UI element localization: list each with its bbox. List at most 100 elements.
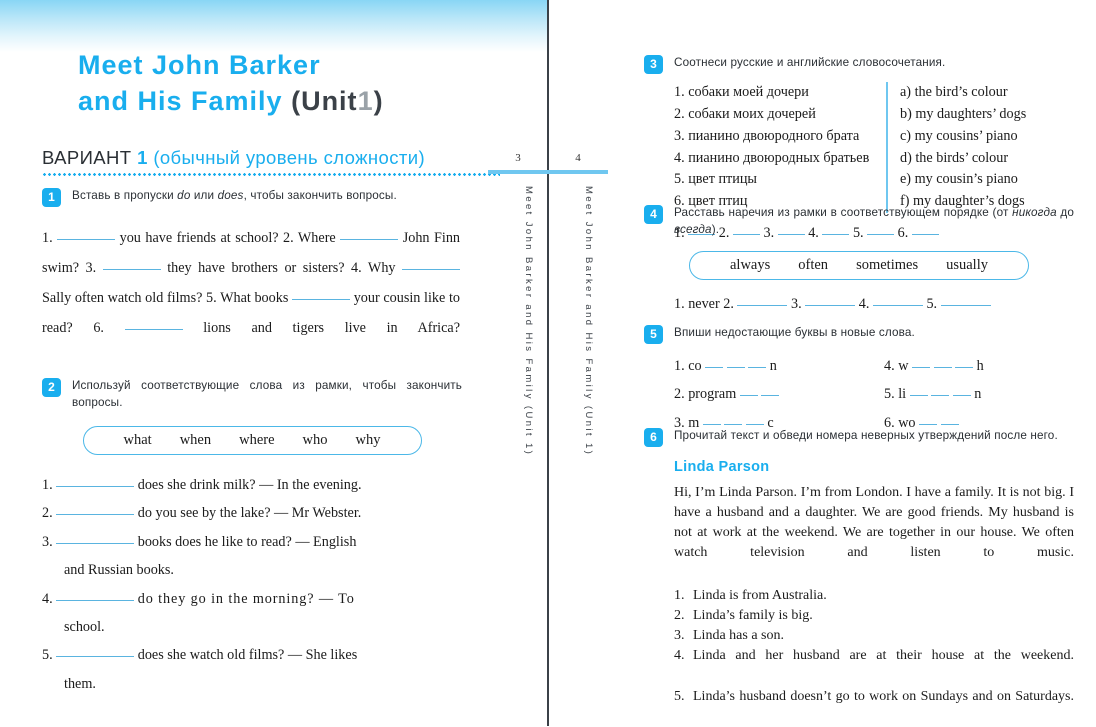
exercise-6-statements: 1. Linda is from Australia. 2. Linda’s f… [674,586,1074,727]
list-item[interactable]: 1. Linda is from Australia. [674,586,1074,606]
ex2-text-5: does she watch old films? — She likes [137,647,358,664]
answer-blank[interactable] [705,366,724,368]
list-item[interactable]: 5. цвет птицы [674,169,886,191]
list-item[interactable]: 2. собаки моих дочерей [674,104,886,126]
answer-blank[interactable] [872,304,923,306]
answer-blank[interactable] [940,423,959,425]
answer-blank[interactable] [748,366,767,368]
ex1-s5: read? 6. [42,320,104,337]
title-unit-open: (Unit [291,85,358,116]
list-item[interactable]: 3. Linda has a son. [674,626,1074,646]
exercise-2-wordbox-wrap: what when where who why [42,425,462,455]
ex2-num-4: 4. [42,590,53,607]
word-who[interactable]: who [303,432,328,449]
answer-blank[interactable] [56,514,135,516]
stmt-num-1: 1. [674,587,685,603]
ex2-text-3: books does he like to read? — English [137,533,357,550]
answer-blank[interactable] [292,299,351,301]
answer-blank[interactable] [931,395,950,397]
answer-blank[interactable] [724,423,743,425]
answer-blank[interactable] [702,423,721,425]
exercise-5-prompt: Впиши недостающие буквы в новые слова. [674,326,915,339]
answer-blank[interactable] [57,238,116,240]
list-item[interactable]: 3. пианино двоюродного брата [674,126,886,148]
answer-blank[interactable] [102,269,161,271]
ex1-s3: brothers or sisters? 4. Why [231,260,396,277]
exercise-1: 1 Вставь в пропуски do или does, чтобы з… [42,188,462,374]
exercise-4-prompt: Расставь наречия из рамки в соответствую… [674,205,1074,239]
ex2-text-1: does she drink milk? — In the evening. [137,476,362,493]
ex4-prompt-b: до [1056,206,1074,219]
page-number-left: 3 [515,152,521,164]
list-item[interactable]: 4. пианино двоюродных братьев [674,148,886,170]
ex1-s4b: your cousin like to [353,290,461,307]
answer-blank[interactable] [737,304,788,306]
answer-blank[interactable] [726,366,745,368]
answer-blank[interactable] [911,366,930,368]
ex4-num-5: 5. [926,295,938,312]
ex4-num-2: 2. [723,295,734,312]
answer-blank[interactable] [56,599,135,601]
list-item[interactable]: 4. Linda and her husband are at their ho… [674,646,1074,686]
answer-blank[interactable] [739,395,758,397]
list-item[interactable]: 2. Linda’s family is big. [674,606,1074,626]
answer-blank[interactable] [933,366,952,368]
list-item[interactable]: 1. собаки моей дочери [674,82,886,104]
answer-blank[interactable] [805,304,856,306]
list-item[interactable]: c) my cousins’ piano [900,126,1026,148]
exercise-3-badge: 3 [644,55,663,74]
page-number-right: 4 [575,152,581,164]
list-item[interactable]: 5. Linda’s husband doesn’t go to work on… [674,687,1074,727]
list-item[interactable]: d) the birds’ colour [900,148,1026,170]
answer-blank[interactable] [909,395,928,397]
answer-blank[interactable] [340,238,399,240]
answer-blank[interactable] [955,366,974,368]
ex1-prompt-or: или [190,189,218,202]
list-item: 5. li n [884,380,984,408]
word-what[interactable]: what [124,432,152,449]
answer-blank[interactable] [952,395,971,397]
ex5-post-4: h [976,357,984,374]
answer-blank[interactable] [56,542,135,544]
exercise-3-match: 1. собаки моей дочери 2. собаки моих доч… [674,81,1074,214]
answer-blank[interactable] [919,423,938,425]
answer-blank[interactable] [124,329,183,331]
word-sometimes[interactable]: sometimes [856,257,918,274]
answer-blank[interactable] [940,304,991,306]
ex4-prompt-always: всегда [674,222,712,236]
running-header-left: Meet John Barker and His Family (Unit 1) [523,186,534,457]
ex2-cont-3: and Russian books. [64,562,174,579]
list-item[interactable]: b) my daughters’ dogs [900,104,1026,126]
exercise-1-badge: 1 [42,188,61,207]
exercise-2-prompt: Используй соответствующие слова из рамки… [72,379,462,409]
answer-blank[interactable] [56,485,135,487]
folio-rule [488,170,608,174]
ex1-s2b: they have [167,260,225,277]
word-usually[interactable]: usually [946,257,988,274]
answer-blank[interactable] [56,656,135,658]
variant-number: 1 [137,147,148,168]
spine-line [547,0,549,726]
variant-label: ВАРИАНТ [42,147,132,168]
word-often[interactable]: often [798,257,828,274]
page-top-gradient [0,0,548,52]
stmt-num-3: 3. [674,628,685,644]
ex2-text-4: do they go in the morning? — To [137,590,355,607]
word-why[interactable]: why [356,432,381,449]
word-where[interactable]: where [239,432,274,449]
ex5-num-4: 4. [884,357,895,374]
word-when[interactable]: when [180,432,211,449]
list-item[interactable]: e) my cousin’s piano [900,169,1026,191]
exercise-4-badge: 4 [644,205,663,224]
exercise-6-prompt: Прочитай текст и обведи номера неверных … [674,429,1058,442]
exercise-1-prompt: Вставь в пропуски do или does, чтобы зак… [72,188,462,205]
stmt-text-2: Linda’s family is big. [693,607,813,623]
answer-blank[interactable] [745,423,764,425]
answer-blank[interactable] [402,269,461,271]
word-always[interactable]: always [730,257,770,274]
ex2-cont-4: school. [64,618,105,635]
answer-blank[interactable] [761,395,780,397]
word-bank-box: always often sometimes usually [689,250,1029,280]
list-item[interactable]: a) the bird’s colour [900,82,1026,104]
exercise-6: 6 Прочитай текст и обведи номера неверны… [644,428,1074,727]
